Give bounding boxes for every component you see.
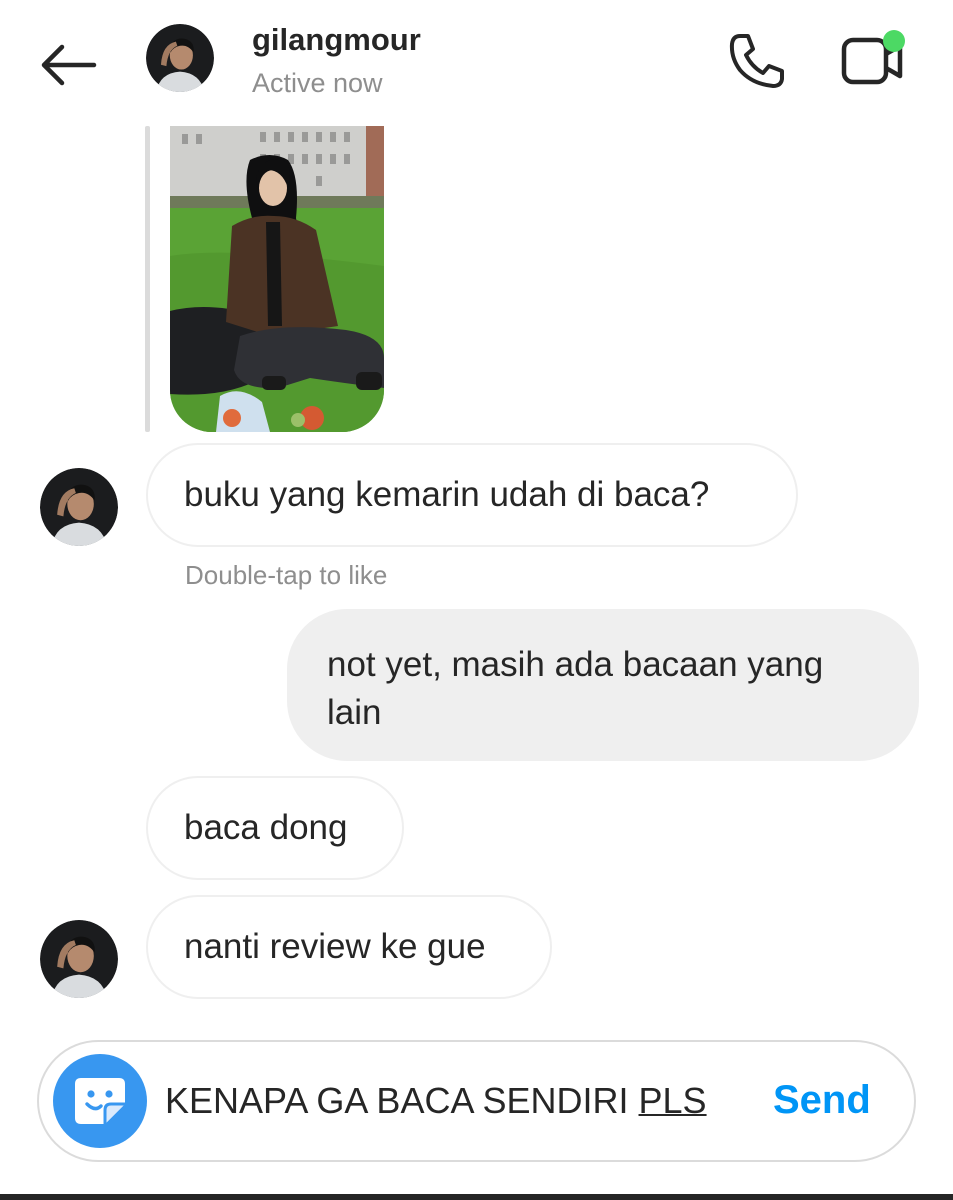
message-text: not yet, masih ada bacaan yang lain xyxy=(327,645,824,732)
video-camera-icon[interactable] xyxy=(838,28,910,90)
autocorrect-underline: PLS xyxy=(638,1080,707,1121)
contact-username[interactable]: gilangmour xyxy=(252,22,421,58)
back-arrow-icon[interactable] xyxy=(36,40,100,90)
system-nav-bar xyxy=(0,1194,953,1200)
sender-avatar[interactable] xyxy=(40,920,118,998)
my-message-bubble[interactable]: not yet, masih ada bacaan yang lain xyxy=(287,609,919,761)
message-bubble[interactable]: buku yang kemarin udah di baca? xyxy=(146,443,798,547)
message-bubble[interactable]: nanti review ke gue xyxy=(146,895,552,999)
double-tap-hint: Double-tap to like xyxy=(185,560,388,590)
sticker-icon[interactable] xyxy=(53,1054,147,1148)
send-button[interactable]: Send xyxy=(773,1078,871,1123)
chat-header: gilangmour Active now xyxy=(0,0,953,118)
phone-icon[interactable] xyxy=(726,30,788,92)
avatar[interactable] xyxy=(146,24,214,92)
message-text: buku yang kemarin udah di baca? xyxy=(184,475,710,514)
online-indicator xyxy=(883,30,905,52)
message-input[interactable]: KENAPA GA BACA SENDIRI PLS xyxy=(165,1080,707,1122)
message-text: baca dong xyxy=(184,808,348,847)
reply-bar xyxy=(145,126,150,432)
shared-photo[interactable] xyxy=(170,126,384,432)
message-composer[interactable]: KENAPA GA BACA SENDIRI PLS Send xyxy=(37,1040,916,1162)
active-status: Active now xyxy=(252,68,383,98)
sender-avatar[interactable] xyxy=(40,468,118,546)
message-bubble[interactable]: baca dong xyxy=(146,776,404,880)
message-text: nanti review ke gue xyxy=(184,927,486,966)
